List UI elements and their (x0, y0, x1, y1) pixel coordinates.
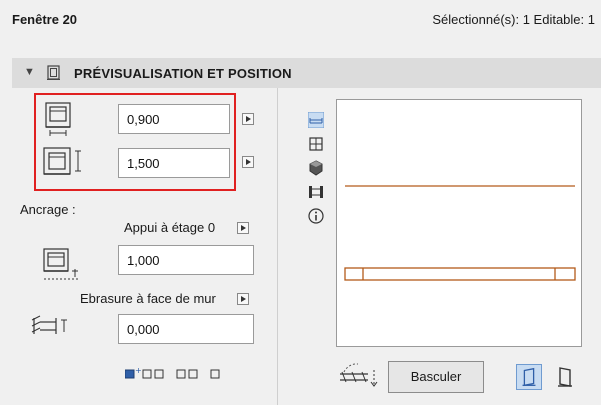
opening-side-icon (340, 363, 378, 387)
anchor-label: Ancrage : (20, 202, 76, 217)
sill-height-icon (43, 248, 78, 280)
window-section-icon (47, 65, 60, 80)
view-3d-icon[interactable] (308, 160, 324, 176)
reveal-depth-field[interactable] (118, 314, 254, 344)
preview-drawing (344, 185, 576, 281)
reveal-depth-icon (31, 315, 67, 334)
anchor-point-icons[interactable]: + (125, 367, 225, 381)
anchor-reference-button[interactable] (237, 222, 249, 234)
width-icon (45, 102, 71, 136)
anchor-reference-label: Appui à étage 0 (124, 220, 216, 235)
mirror-left-icon[interactable] (516, 364, 542, 390)
view-front-icon[interactable] (308, 136, 324, 152)
svg-text:+: + (135, 367, 142, 375)
width-field[interactable] (118, 104, 230, 134)
reveal-options-button[interactable] (237, 293, 249, 305)
sill-height-field[interactable] (118, 245, 254, 275)
view-section-icon[interactable] (308, 184, 324, 200)
height-field[interactable] (118, 148, 230, 178)
width-options-button[interactable] (242, 113, 254, 125)
view-elevation-icon[interactable] (308, 112, 324, 128)
section-header-preview-position[interactable]: ▼ PRÉVISUALISATION ET POSITION (12, 58, 601, 88)
info-icon[interactable] (308, 208, 324, 224)
height-icon (43, 147, 81, 175)
section-title: PRÉVISUALISATION ET POSITION (74, 66, 292, 81)
collapse-triangle-icon[interactable]: ▼ (24, 66, 35, 78)
preview-window-frame (344, 267, 576, 281)
preview-canvas (336, 99, 582, 347)
header-title: Fenêtre 20 (12, 12, 78, 27)
panel-divider (277, 88, 278, 405)
flip-button[interactable]: Basculer (388, 361, 484, 393)
selection-status: Sélectionné(s): 1 Editable: 1 (432, 12, 595, 27)
height-options-button[interactable] (242, 156, 254, 168)
reveal-label: Ebrasure à face de mur (80, 291, 216, 306)
mirror-right-icon[interactable] (552, 364, 578, 390)
